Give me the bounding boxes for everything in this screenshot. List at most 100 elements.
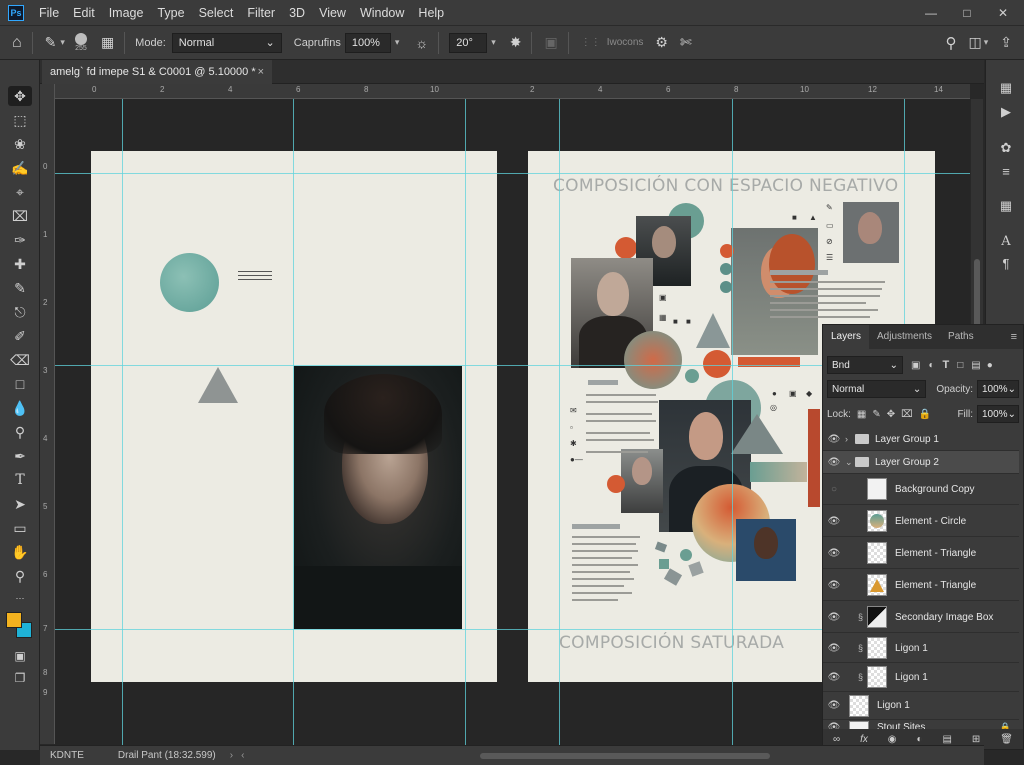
eye-icon[interactable]: 👁 xyxy=(823,643,845,654)
layer-row[interactable]: 👁 Element - Triangle xyxy=(823,570,1019,601)
screen-mode-icon[interactable]: ❐ xyxy=(8,668,32,688)
actions-play-icon[interactable]: ▶ xyxy=(996,104,1016,120)
menu-image[interactable]: Image xyxy=(102,6,151,20)
close-window-icon[interactable]: ✕ xyxy=(996,6,1010,20)
history-brush-tool-icon[interactable]: ✐ xyxy=(8,326,32,346)
symmetry-icon[interactable]: ▣ xyxy=(544,34,557,51)
stamp-tool-icon[interactable]: ⎋ xyxy=(8,302,32,322)
hand-tool-icon[interactable]: ✋ xyxy=(8,542,32,562)
menu-file[interactable]: File xyxy=(32,6,66,20)
eye-icon[interactable]: 👁 xyxy=(823,516,845,527)
menu-type[interactable]: Type xyxy=(150,6,191,20)
filter-type-icon[interactable]: T xyxy=(943,359,950,371)
character-panel-icon[interactable]: A xyxy=(996,234,1016,249)
eye-icon[interactable]: ○ xyxy=(823,484,845,495)
lock-artboard-icon[interactable]: ⌧ xyxy=(901,409,913,420)
panel-menu-icon[interactable]: ≡ xyxy=(1005,325,1023,349)
share-icon[interactable]: ⇪ xyxy=(1000,34,1012,51)
fx-icon[interactable]: fx xyxy=(860,734,868,745)
minimize-icon[interactable]: — xyxy=(924,6,938,20)
menu-view[interactable]: View xyxy=(312,6,353,20)
path-select-tool-icon[interactable]: ➤ xyxy=(8,494,32,514)
eyedropper-tool-icon[interactable]: ✑ xyxy=(8,230,32,250)
close-tab-icon[interactable]: × xyxy=(258,66,264,78)
foreground-color-swatch[interactable] xyxy=(6,612,22,628)
chevron-right-icon[interactable]: › xyxy=(845,434,855,444)
brush-settings-icon[interactable]: ▦ xyxy=(101,34,114,51)
layer-filter-select[interactable]: Bnd ⌄ xyxy=(827,356,903,374)
blur-tool-icon[interactable]: 💧 xyxy=(8,398,32,418)
lock-transparent-icon[interactable]: ▦ xyxy=(857,409,866,420)
layer-row[interactable]: ○ Background Copy xyxy=(823,474,1019,505)
guide-vertical[interactable] xyxy=(465,99,466,745)
eye-icon[interactable]: 👁 xyxy=(823,434,845,445)
layer-row[interactable]: 👁 ⌄ Layer Group 2 xyxy=(823,451,1019,474)
eye-icon[interactable]: 👁 xyxy=(823,457,845,468)
pen-tool-icon[interactable]: ✒ xyxy=(8,446,32,466)
opacity-input[interactable]: 100% xyxy=(344,32,391,53)
layer-row[interactable]: 👁 Ligon 1 xyxy=(823,692,1019,720)
add-mask-icon[interactable]: ◉ xyxy=(888,734,897,745)
frame-tool-icon[interactable]: ⌧ xyxy=(8,206,32,226)
gradient-tool-icon[interactable]: □ xyxy=(8,374,32,394)
search-icon[interactable]: ⚲ xyxy=(946,34,957,52)
layer-fill-input[interactable]: 100% ⌄ xyxy=(977,405,1019,423)
menu-window[interactable]: Window xyxy=(353,6,411,20)
tab-layers[interactable]: Layers xyxy=(823,325,870,349)
menu-3d[interactable]: 3D xyxy=(282,6,312,20)
eye-icon[interactable]: 👁 xyxy=(823,580,845,591)
chevron-down-icon[interactable]: ▾ xyxy=(395,37,400,48)
guide-vertical[interactable] xyxy=(732,99,733,745)
home-icon[interactable]: ⌂ xyxy=(12,34,22,52)
marquee-tool-icon[interactable]: ⬚ xyxy=(8,110,32,130)
channels-panel-icon[interactable]: ▦ xyxy=(996,198,1016,214)
brush-preset-picker[interactable]: 255 xyxy=(74,33,87,52)
menu-edit[interactable]: Edit xyxy=(66,6,102,20)
adjust-panel-icon[interactable]: ≡ xyxy=(996,164,1016,179)
adjustment-layer-icon[interactable]: ◐ xyxy=(916,734,922,745)
chevron-down-icon[interactable]: ▾ xyxy=(491,37,496,48)
zoom-tool-icon[interactable]: ⚲ xyxy=(8,566,32,586)
eye-icon[interactable]: 👁 xyxy=(823,700,845,711)
new-group-icon[interactable]: ▤ xyxy=(942,734,951,745)
layer-row[interactable]: 👁 § Ligon 1 xyxy=(823,634,1019,663)
chevron-right-icon[interactable]: › xyxy=(230,750,233,761)
guide-vertical[interactable] xyxy=(122,99,123,745)
filter-image-icon[interactable]: ▣ xyxy=(911,360,920,371)
trash-icon[interactable]: 🗑 xyxy=(1000,734,1013,745)
tab-paths[interactable]: Paths xyxy=(940,325,982,349)
angle-input[interactable]: 20° xyxy=(449,32,488,53)
layer-row[interactable]: 👁 § Secondary Image Box xyxy=(823,602,1019,633)
lock-paint-icon[interactable]: ✎ xyxy=(872,409,880,420)
layer-row[interactable]: 👁 Element - Circle xyxy=(823,506,1019,537)
pressure-opacity-icon[interactable]: ☼ xyxy=(415,35,428,51)
eye-icon[interactable]: 👁 xyxy=(823,672,845,683)
crop-tool-icon[interactable]: ⌖ xyxy=(8,182,32,202)
new-layer-icon[interactable]: ⊞ xyxy=(972,734,980,745)
guide-vertical[interactable] xyxy=(559,99,560,745)
dodge-tool-icon[interactable]: ⚲ xyxy=(8,422,32,442)
filter-adjustment-icon[interactable]: ◐ xyxy=(928,360,934,371)
eye-icon[interactable]: 👁 xyxy=(823,548,845,559)
eraser-tool-icon[interactable]: ⌫ xyxy=(8,350,32,370)
quick-select-tool-icon[interactable]: ✍ xyxy=(8,158,32,178)
layer-row[interactable]: 👁 Element - Triangle xyxy=(823,538,1019,569)
lasso-tool-icon[interactable]: ❀ xyxy=(8,134,32,154)
chevron-down-icon[interactable]: ⌄ xyxy=(845,457,855,468)
tab-adjustments[interactable]: Adjustments xyxy=(869,325,940,349)
workspace-icon[interactable]: ◫ xyxy=(969,34,982,51)
menu-filter[interactable]: Filter xyxy=(240,6,282,20)
lock-all-icon[interactable]: 🔒 xyxy=(919,409,931,420)
guide-vertical[interactable] xyxy=(293,99,294,745)
chevron-left-icon[interactable]: ‹ xyxy=(241,750,244,761)
quick-mask-icon[interactable]: ▣ xyxy=(8,646,32,666)
history-panel-icon[interactable]: ▦ xyxy=(996,80,1016,96)
brush-tool-icon[interactable]: ✎ xyxy=(8,278,32,298)
filter-toggle-icon[interactable]: ● xyxy=(987,360,993,371)
blend-mode-select[interactable]: Normal ⌄ xyxy=(827,380,927,398)
more-tools-icon[interactable]: ⋯ xyxy=(8,588,32,608)
brush-icon[interactable]: ✎ xyxy=(45,34,57,51)
scissors-icon[interactable]: ✄ xyxy=(680,34,692,51)
eye-icon[interactable]: 👁 xyxy=(823,612,845,623)
settings-gear-icon[interactable]: ⚙ xyxy=(655,34,668,51)
